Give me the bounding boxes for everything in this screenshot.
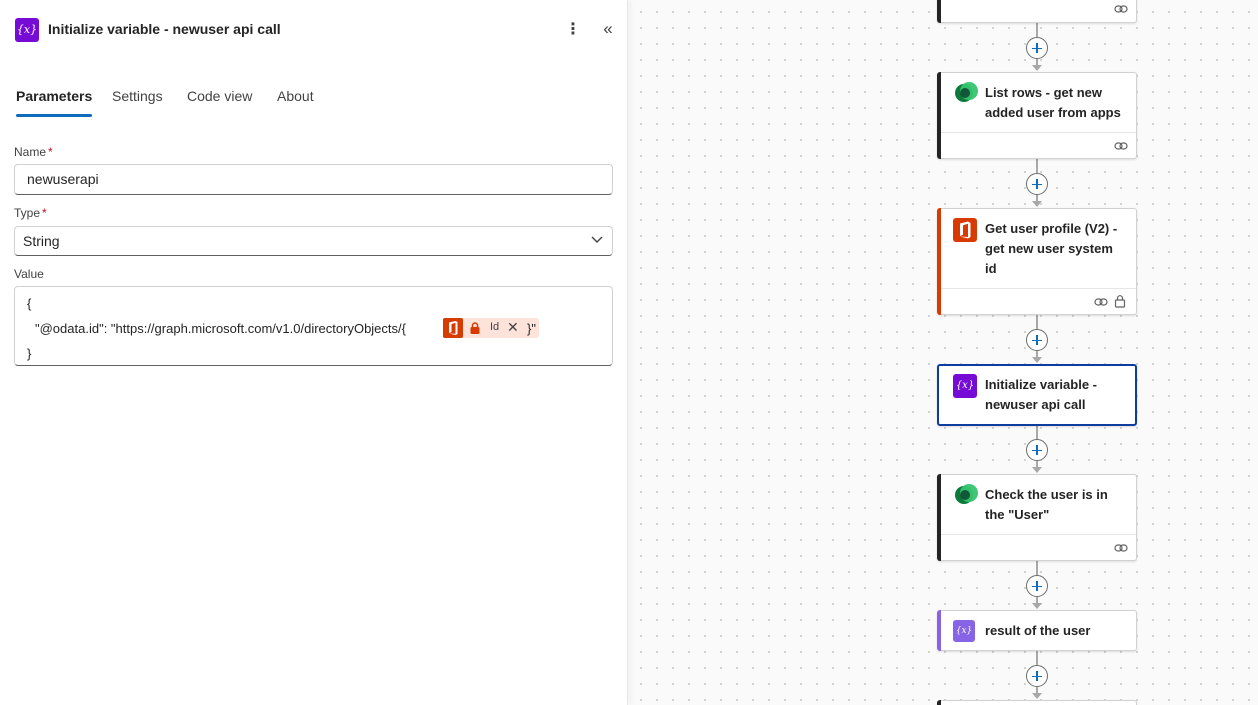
link-icon [1114, 5, 1128, 13]
variable-icon: {x} [953, 620, 975, 642]
flow-step-list-rows[interactable]: List rows - get new added user from apps [937, 72, 1137, 159]
variable-icon: {x} [15, 18, 39, 42]
tab-code-view[interactable]: Code view [187, 88, 252, 104]
connector-arrow [1032, 467, 1042, 473]
type-selected-value: String [23, 233, 60, 249]
value-editor[interactable]: { "@odata.id": "https://graph.microsoft.… [14, 286, 613, 366]
add-step-button[interactable] [1026, 329, 1048, 351]
more-options-icon[interactable]: ⋮ [563, 18, 583, 42]
action-details-panel: {x} Initialize variable - newuser api ca… [0, 0, 628, 705]
card-accent-bar [937, 610, 941, 651]
connector-line [1036, 561, 1038, 575]
panel-title: Initialize variable - newuser api call [48, 21, 281, 37]
connector-line [1036, 159, 1038, 173]
lock-icon [1114, 295, 1126, 308]
card-footer [941, 534, 1136, 560]
name-label: Name * [14, 145, 53, 159]
add-step-button[interactable] [1026, 173, 1048, 195]
connector-arrow [1032, 357, 1042, 363]
connector-arrow [1032, 201, 1042, 207]
flow-step-card[interactable] [937, 700, 1137, 705]
add-step-button[interactable] [1026, 439, 1048, 461]
type-label: Type * [14, 206, 47, 220]
office365-icon [953, 218, 977, 242]
type-select[interactable]: String [14, 226, 613, 256]
connector-arrow [1032, 603, 1042, 609]
connector-line [1036, 651, 1038, 665]
flow-step-card[interactable] [937, 0, 1137, 23]
add-step-button[interactable] [1026, 665, 1048, 687]
card-footer [941, 132, 1136, 158]
tab-about[interactable]: About [277, 88, 314, 104]
card-accent-bar [937, 700, 941, 705]
tab-parameters[interactable]: Parameters [16, 88, 93, 117]
dynamic-content-token[interactable]: Id ✕ [443, 318, 539, 338]
card-footer [941, 0, 1136, 22]
dataverse-icon [953, 82, 978, 106]
chevron-down-icon [591, 236, 603, 243]
tab-settings[interactable]: Settings [112, 88, 163, 104]
link-icon [1114, 544, 1128, 552]
connector-line [1036, 425, 1038, 439]
collapse-panel-icon[interactable]: « [598, 18, 618, 42]
flow-step-check-user[interactable]: Check the user is in the "User" [937, 474, 1137, 561]
connector-arrow [1032, 693, 1042, 699]
dataverse-icon [953, 484, 978, 508]
link-icon [1094, 298, 1108, 306]
panel-header: {x} Initialize variable - newuser api ca… [15, 18, 615, 42]
card-title: Get user profile (V2) - get new user sys… [985, 221, 1118, 276]
card-footer [941, 288, 1136, 314]
token-label: Id [490, 321, 500, 333]
card-title: result of the user [985, 623, 1091, 638]
link-icon [1114, 142, 1128, 150]
flow-step-result-of-user[interactable]: {x} result of the user [937, 610, 1137, 651]
flow-step-get-user-profile[interactable]: Get user profile (V2) - get new user sys… [937, 208, 1137, 315]
connector-arrow [1032, 65, 1042, 71]
card-title: Check the user is in the "User" [985, 487, 1108, 522]
connector-line [1036, 23, 1038, 37]
remove-token-icon[interactable]: ✕ [507, 319, 519, 336]
value-label: Value [14, 267, 44, 281]
office365-icon [443, 318, 463, 338]
name-field[interactable]: newuserapi [14, 164, 613, 195]
value-line-odata: "@odata.id": "https://graph.microsoft.co… [35, 321, 406, 336]
add-step-button[interactable] [1026, 37, 1048, 59]
value-line-close: } [27, 346, 32, 361]
value-line-open: { [27, 296, 32, 311]
connector-line [1036, 315, 1038, 329]
lock-icon [470, 322, 480, 334]
value-line-close-quote: }" [527, 321, 536, 336]
variable-icon: {x} [953, 374, 977, 398]
add-step-button[interactable] [1026, 575, 1048, 597]
card-title: Initialize variable - newuser api call [985, 377, 1097, 412]
flow-step-initialize-variable[interactable]: {x} Initialize variable - newuser api ca… [937, 364, 1137, 426]
card-title: List rows - get new added user from apps [985, 85, 1121, 120]
